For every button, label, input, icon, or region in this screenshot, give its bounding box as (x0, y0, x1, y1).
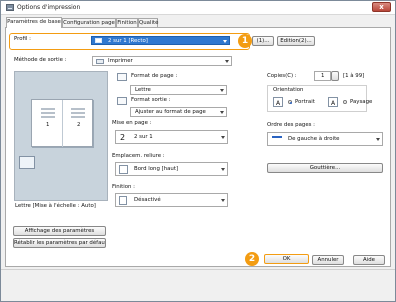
profile-icon (95, 38, 102, 43)
chevron-down-icon (220, 89, 224, 92)
finishing-label: Finition : (112, 184, 135, 190)
landscape-label: Paysage (350, 99, 373, 105)
chevron-down-icon (221, 136, 225, 139)
chevron-down-icon (225, 60, 229, 63)
preview-caption: Lettre [Mise à l'échelle : Auto] (15, 203, 96, 209)
tab-finishing[interactable]: Finition (116, 18, 138, 27)
portrait-label: Portrait (295, 99, 315, 105)
profile-label: Profil : (14, 36, 31, 42)
copies-label: Copies(C) : (267, 73, 297, 79)
printer-icon (96, 59, 104, 64)
preview-sheet: 1 2 (31, 99, 93, 147)
preview-page-number-2: 2 (77, 122, 81, 128)
help-button[interactable]: Aide (353, 255, 385, 265)
profile-edit-button[interactable]: Edition(2)... (277, 36, 315, 46)
finishing-icon (119, 196, 127, 205)
gutter-button[interactable]: Gouttière... (267, 163, 383, 173)
copies-range: [1 à 99] (343, 73, 365, 79)
print-options-window: Options d'impression x Paramètres de bas… (0, 0, 396, 302)
left-to-right-icon (272, 136, 282, 143)
chevron-down-icon (376, 138, 380, 141)
binding-icon (119, 165, 128, 174)
output-method-select[interactable]: Imprimer (92, 56, 232, 66)
footer-divider (1, 269, 395, 270)
preview-page-number-1: 1 (46, 122, 50, 128)
output-format-label: Format sortie : (131, 97, 171, 103)
printer-output-icon (19, 156, 35, 169)
layout-icon-number: 2 (120, 133, 126, 142)
page-format-icon (117, 73, 127, 81)
title-bar: Options d'impression x (1, 1, 395, 15)
copies-stepper[interactable] (331, 71, 339, 81)
binding-select[interactable]: Bord long [haut] (115, 162, 228, 176)
ok-button[interactable]: OK (264, 254, 309, 264)
portrait-radio[interactable] (288, 100, 292, 104)
chevron-down-icon (220, 111, 224, 114)
page-order-label: Ordre des pages : (267, 122, 315, 128)
chevron-down-icon (223, 40, 227, 43)
page-preview: 1 2 (14, 71, 108, 201)
settings-display-button[interactable]: Affichage des paramètres (13, 226, 106, 236)
chevron-down-icon (221, 168, 225, 171)
orientation-label: Orientation (273, 87, 304, 93)
tab-page-setup[interactable]: Configuration page (62, 18, 116, 27)
layout-label: Mise en page : (112, 120, 152, 126)
page-order-select[interactable]: De gauche à droite (267, 132, 383, 146)
callout-badge-two: 2 (245, 252, 259, 266)
tab-basic-settings[interactable]: Paramètres de base (6, 17, 62, 28)
restore-defaults-button[interactable]: Rétablir les paramètres par défaut (13, 238, 106, 248)
output-format-icon (117, 97, 127, 105)
chevron-down-icon (221, 199, 225, 202)
close-button[interactable]: x (372, 2, 391, 12)
copies-input[interactable]: 1 (314, 71, 331, 81)
binding-label: Emplacem. reliure : (112, 153, 165, 159)
layout-select[interactable]: 2 2 sur 1 (115, 130, 228, 144)
page-format-select[interactable]: Lettre (130, 85, 227, 95)
callout-badge-one: 1 (238, 34, 252, 48)
landscape-radio[interactable] (343, 100, 347, 104)
tab-quality[interactable]: Qualité (138, 18, 158, 27)
cancel-button[interactable]: Annuler (312, 255, 344, 265)
profile-add-button[interactable]: (1)... (252, 36, 274, 46)
window-title: Options d'impression (17, 4, 81, 11)
output-method-label: Méthode de sortie : (14, 57, 67, 63)
output-format-select[interactable]: Ajuster au format de page (130, 107, 227, 117)
finishing-select[interactable]: Désactivé (115, 193, 228, 207)
page-format-label: Format de page : (131, 73, 178, 79)
profile-select[interactable]: 2 sur 1 [Recto] (91, 36, 230, 45)
printer-app-icon (6, 4, 14, 11)
